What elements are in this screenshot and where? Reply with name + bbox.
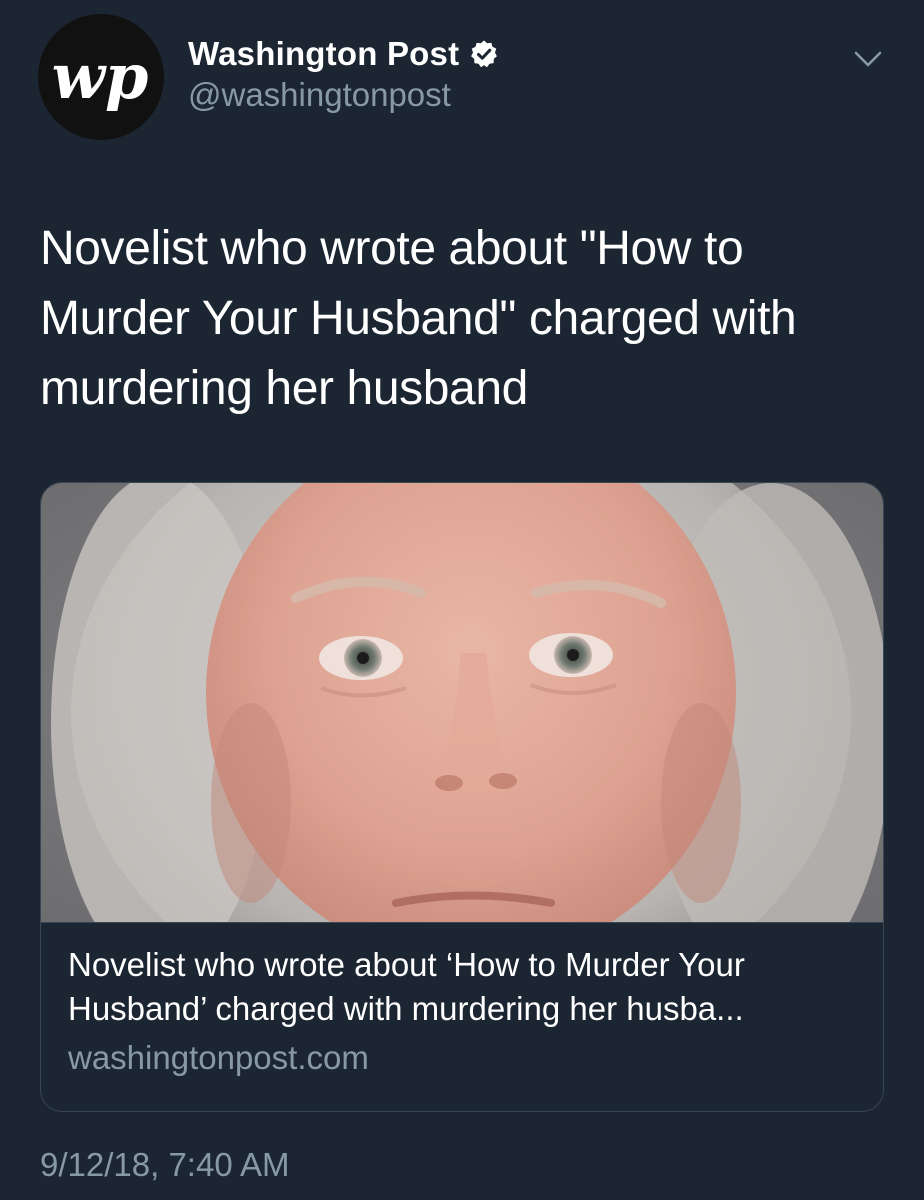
- tweet-text-line: Murder Your Husband" charged with: [40, 292, 797, 345]
- card-image[interactable]: [41, 483, 883, 923]
- avatar[interactable]: wp: [38, 14, 164, 140]
- card-title-line: Husband’ charged with murdering her husb…: [68, 990, 744, 1027]
- card-title[interactable]: Novelist who wrote about ‘How to Murder …: [68, 943, 868, 1031]
- washington-post-logo-icon: wp: [52, 40, 149, 113]
- tweet-text-line: murdering her husband: [40, 362, 528, 415]
- tweet-text-line: Novelist who wrote about "How to: [40, 222, 744, 275]
- handle[interactable]: @washingtonpost: [188, 76, 451, 114]
- display-name[interactable]: Washington Post: [188, 35, 459, 73]
- card-title-line: Novelist who wrote about ‘How to Murder …: [68, 946, 745, 983]
- mugshot-photo: [41, 483, 883, 922]
- chevron-down-icon[interactable]: [850, 44, 886, 74]
- svg-text:wp: wp: [52, 40, 149, 113]
- timestamp[interactable]: 9/12/18, 7:40 AM: [40, 1146, 290, 1184]
- verified-badge-icon: [469, 39, 499, 69]
- tweet[interactable]: wp Washington Post @washingtonpost Novel…: [0, 0, 924, 1200]
- tweet-text: Novelist who wrote about "How to Murder …: [40, 214, 890, 424]
- display-name-row[interactable]: Washington Post: [188, 28, 499, 80]
- card-domain[interactable]: washingtonpost.com: [68, 1039, 369, 1077]
- link-card[interactable]: Novelist who wrote about ‘How to Murder …: [40, 482, 884, 1112]
